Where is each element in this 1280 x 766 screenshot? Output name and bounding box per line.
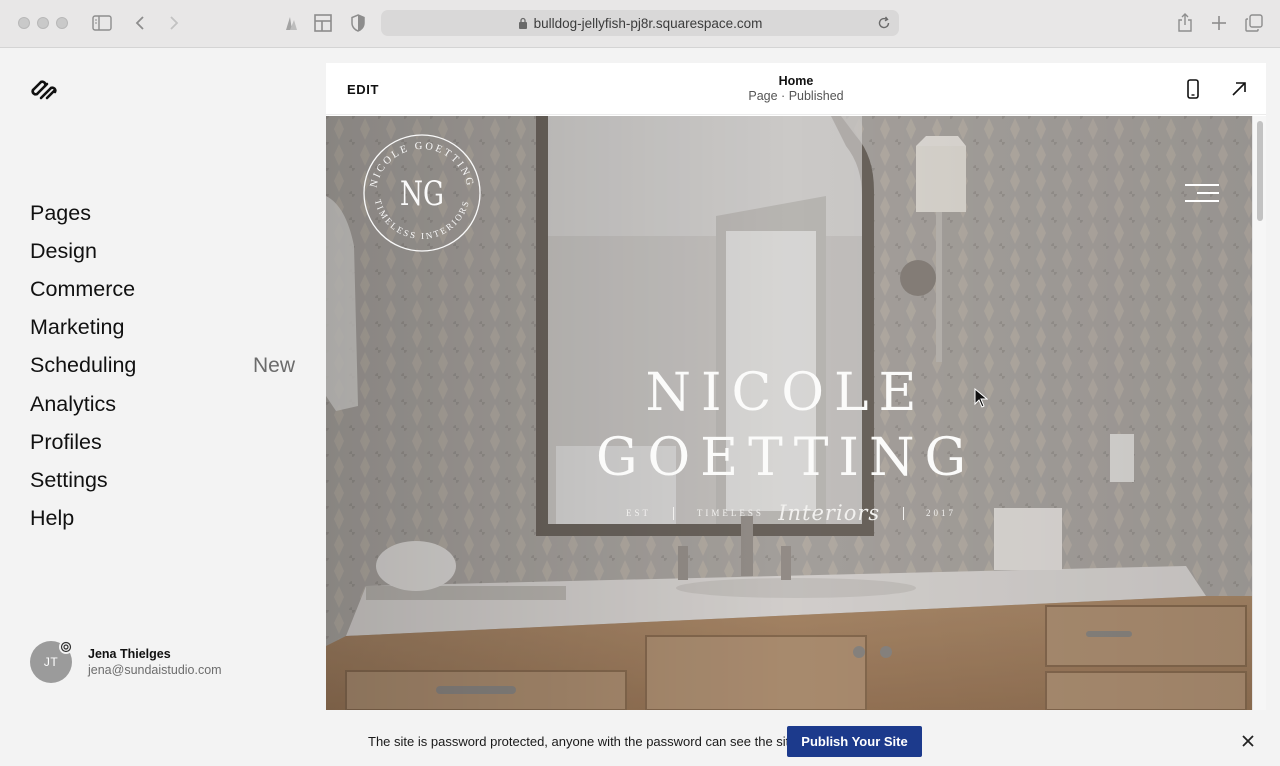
hero-title-line2: GOETTING — [595, 428, 977, 488]
mobile-view-icon[interactable] — [1183, 79, 1203, 99]
extension-icon[interactable] — [280, 12, 302, 34]
sidebar-item-label: Marketing — [30, 315, 125, 340]
tabs-overview-icon[interactable] — [1243, 12, 1265, 34]
new-badge: New — [252, 353, 295, 377]
open-external-icon[interactable] — [1229, 79, 1249, 99]
sidebar-item-pages[interactable]: Pages — [30, 194, 295, 232]
password-notice-bar: The site is password protected, anyone w… — [0, 716, 1280, 766]
close-window-button[interactable] — [18, 17, 30, 29]
close-icon[interactable] — [1240, 733, 1256, 749]
user-name: Jena Thielges — [88, 647, 171, 661]
avatar-initials: JT — [43, 655, 59, 669]
sidebar-item-analytics[interactable]: Analytics — [30, 385, 295, 423]
tagline-year: 2017 — [925, 508, 956, 518]
sidebar-item-label: Scheduling — [30, 353, 137, 378]
address-bar[interactable]: bulldog-jellyfish-pj8r.squarespace.com — [381, 10, 899, 36]
site-preview: EDIT Home Page · Published NICOLE GOETTI… — [326, 63, 1266, 710]
sidebar-item-label: Settings — [30, 467, 108, 492]
sidebar-item-marketing[interactable]: Marketing — [30, 309, 295, 347]
user-email: jena@sundaistudio.com — [88, 663, 222, 677]
sidebar-item-scheduling[interactable]: Scheduling New — [30, 347, 295, 385]
sidebar-item-settings[interactable]: Settings — [30, 461, 295, 499]
publish-site-button[interactable]: Publish Your Site — [787, 726, 922, 757]
hero-banner: NICOLE GOETTING TIMELESS INTERIORS NG NI… — [326, 116, 1252, 710]
sidebar-item-label: Help — [30, 506, 75, 531]
layout-icon[interactable] — [312, 12, 334, 34]
menu-icon[interactable] — [1183, 182, 1219, 204]
hero-tagline: EST TIMELESS Interiors 2017 — [626, 501, 956, 525]
brand-logo-icon[interactable]: NICOLE GOETTING TIMELESS INTERIORS NG — [362, 133, 482, 253]
tagline-timeless: TIMELESS — [696, 508, 764, 518]
notification-icon — [59, 640, 73, 654]
lock-icon — [518, 17, 527, 29]
sidebar-item-design[interactable]: Design — [30, 232, 295, 270]
new-tab-icon[interactable] — [1208, 12, 1230, 34]
preview-header: EDIT Home Page · Published — [326, 63, 1266, 115]
sidebar-item-label: Analytics — [30, 391, 117, 416]
tagline-divider — [673, 506, 675, 520]
sidebar-item-help[interactable]: Help — [30, 500, 295, 538]
scrollbar-thumb[interactable] — [1257, 121, 1263, 221]
sidebar-item-commerce[interactable]: Commerce — [30, 270, 295, 308]
sidebar-nav: Pages Design Commerce Marketing Scheduli… — [30, 194, 295, 538]
tagline-script: Interiors — [778, 501, 881, 525]
page-title: Home — [778, 74, 814, 88]
avatar[interactable]: JT — [30, 640, 73, 683]
back-icon[interactable] — [129, 12, 151, 34]
admin-sidebar: Pages Design Commerce Marketing Scheduli… — [0, 49, 325, 766]
logo-monogram: NG — [400, 174, 444, 214]
share-icon[interactable] — [1174, 12, 1196, 34]
account-menu[interactable]: JT Jena Thielges jena@sundaistudio.com — [30, 640, 222, 683]
browser-toolbar: bulldog-jellyfish-pj8r.squarespace.com — [0, 0, 1280, 48]
hero-title-line1: NICOLE — [645, 363, 927, 423]
forward-icon[interactable] — [163, 12, 185, 34]
shield-icon[interactable] — [347, 12, 369, 34]
page-status: Page · Published — [748, 89, 844, 103]
squarespace-logo-icon[interactable] — [30, 79, 58, 101]
minimize-window-button[interactable] — [37, 17, 49, 29]
tagline-est: EST — [626, 508, 652, 518]
sidebar-item-label: Design — [30, 238, 97, 263]
preview-scrollbar[interactable] — [1252, 116, 1266, 710]
zoom-window-button[interactable] — [56, 17, 68, 29]
sidebar-item-label: Profiles — [30, 429, 102, 454]
sidebar-item-label: Pages — [30, 200, 91, 225]
page-meta: Home Page · Published — [326, 74, 1266, 104]
sidebar-item-label: Commerce — [30, 276, 136, 301]
sidebar-item-profiles[interactable]: Profiles — [30, 423, 295, 461]
tagline-divider — [902, 506, 904, 520]
url-text: bulldog-jellyfish-pj8r.squarespace.com — [533, 15, 763, 31]
password-notice-text: The site is password protected, anyone w… — [368, 734, 801, 749]
reload-icon[interactable] — [876, 15, 892, 31]
sidebar-toggle-icon[interactable] — [91, 12, 113, 34]
mouse-cursor-icon — [974, 388, 988, 408]
